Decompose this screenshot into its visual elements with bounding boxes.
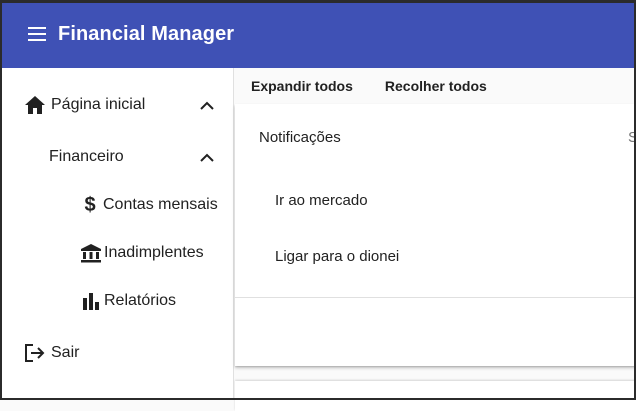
list-item: Ir ao mercado — [275, 192, 368, 209]
app-title: Financial Manager — [58, 22, 235, 45]
sidebar-item-home[interactable]: Página inicial — [24, 94, 145, 116]
panel-collapsed[interactable] — [235, 381, 636, 411]
sidebar-item-label: Financeiro — [49, 148, 124, 165]
list-item: Ligar para o dionei — [275, 248, 400, 265]
expand-all-button[interactable]: Expandir todos — [251, 78, 353, 94]
sidebar-item-financeiro[interactable]: Financeiro — [49, 148, 124, 166]
home-icon — [24, 94, 46, 116]
panel-description: S — [628, 129, 636, 146]
notifications-panel: Notificações S Ir ao mercado Ligar para … — [235, 104, 636, 366]
sidebar-item-inadimplentes[interactable]: Inadimplentes — [80, 242, 204, 264]
chevron-up-icon[interactable] — [198, 96, 216, 114]
divider — [235, 297, 636, 298]
chevron-up-icon[interactable] — [198, 148, 216, 166]
panel-header[interactable]: Notificações S — [235, 104, 636, 168]
sidebar-item-relatorios[interactable]: Relatórios — [80, 290, 176, 312]
sidebar-item-label: Sair — [51, 344, 80, 361]
sidebar: Página inicial Financeiro $ Contas mensa… — [0, 68, 234, 400]
sidebar-item-sair[interactable]: Sair — [24, 342, 79, 364]
logout-icon — [24, 342, 46, 364]
sidebar-item-label: Relatórios — [104, 292, 177, 309]
sidebar-item-contas-mensais[interactable]: $ Contas mensais — [80, 193, 218, 216]
sidebar-item-label: Contas mensais — [103, 196, 218, 213]
panel-title: Notificações — [259, 129, 341, 146]
dollar-icon: $ — [84, 193, 96, 216]
bar-chart-icon — [80, 290, 102, 312]
sidebar-item-label: Inadimplentes — [104, 244, 204, 261]
app-toolbar: Financial Manager — [0, 0, 636, 68]
sidebar-item-label: Página inicial — [51, 96, 146, 113]
collapse-all-button[interactable]: Recolher todos — [385, 78, 487, 94]
bank-icon — [80, 242, 102, 264]
menu-icon[interactable] — [26, 23, 48, 45]
main-content: Expandir todos Recolher todos Notificaçõ… — [235, 68, 636, 411]
accordion-actions: Expandir todos Recolher todos — [235, 68, 636, 104]
